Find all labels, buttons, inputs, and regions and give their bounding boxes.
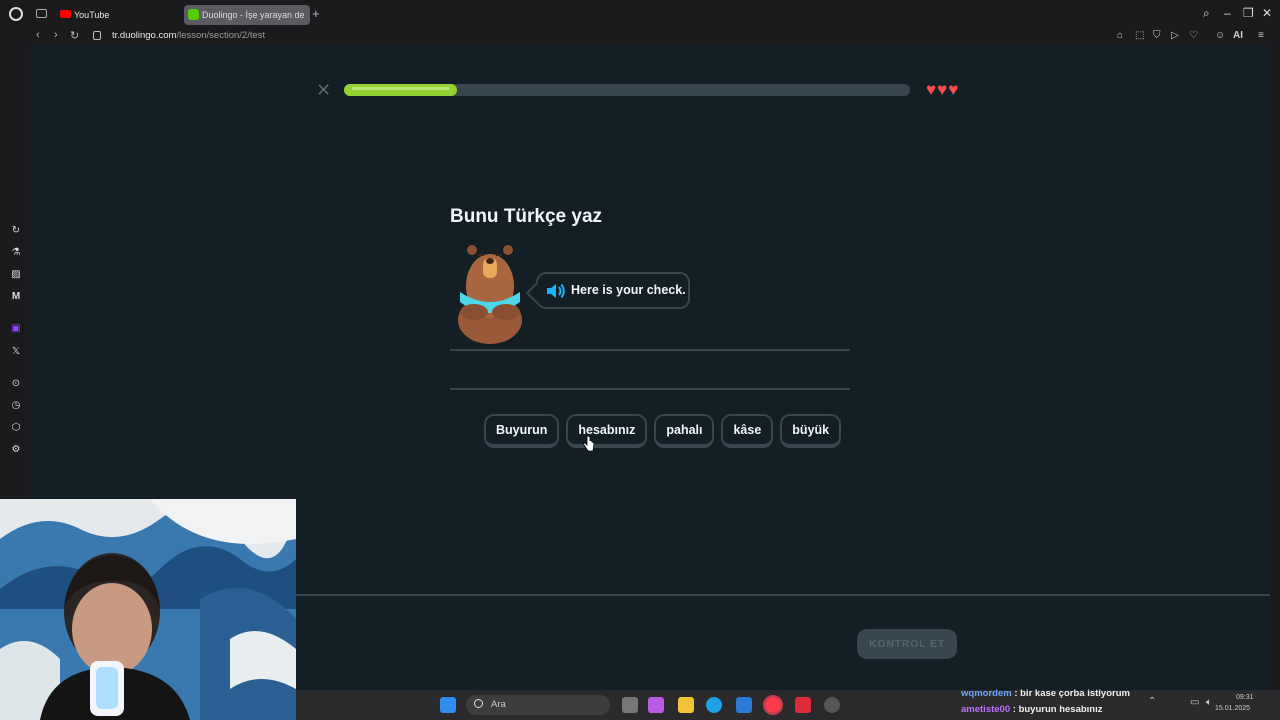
- account-icon[interactable]: ☺: [1215, 30, 1225, 41]
- sidebar-ai-icon[interactable]: ⚗: [10, 247, 22, 259]
- forward-icon[interactable]: ›: [54, 29, 58, 41]
- player-sidebar-icon[interactable]: ⊙: [10, 378, 22, 390]
- taskbar-search[interactable]: Ara: [466, 695, 610, 715]
- footer-divider: [296, 594, 1270, 596]
- minimize-icon[interactable]: –: [1224, 6, 1231, 20]
- duolingo-favicon-icon: [188, 9, 199, 20]
- heart-bookmark-icon[interactable]: ♡: [1189, 30, 1198, 41]
- app-taskbar-icon[interactable]: [795, 697, 811, 713]
- edge-icon[interactable]: [706, 697, 722, 713]
- close-lesson-icon[interactable]: ✕: [316, 80, 331, 101]
- answer-line: [450, 388, 850, 390]
- check-button[interactable]: KONTROL ET: [857, 629, 957, 659]
- close-window-icon[interactable]: ✕: [1262, 6, 1272, 20]
- webcam-overlay: [0, 499, 296, 720]
- tab-overview-icon[interactable]: [36, 9, 47, 18]
- copilot-icon[interactable]: [648, 697, 664, 713]
- speech-text: Here is your check.: [571, 283, 686, 297]
- windows-taskbar: Ara wqmordem : bir kase çorba istiyorum …: [296, 688, 1280, 720]
- youtube-favicon-icon: [60, 10, 71, 18]
- heart-icon: ♥: [948, 80, 959, 99]
- tab-youtube[interactable]: YouTube: [56, 5, 176, 25]
- volume-icon[interactable]: 🔈︎: [1206, 697, 1212, 708]
- lock-icon: [93, 31, 101, 40]
- hand-cursor-icon: [583, 436, 595, 452]
- word-tile[interactable]: kâse: [721, 414, 774, 448]
- sidebar-refresh-icon[interactable]: ↻: [10, 225, 22, 237]
- word-tile[interactable]: pahalı: [654, 414, 715, 448]
- progress-fill: [344, 84, 458, 96]
- store-icon[interactable]: [736, 697, 752, 713]
- tab-duolingo[interactable]: Duolingo - İşe yarayan de: [184, 5, 310, 25]
- history-icon[interactable]: ◷: [10, 400, 22, 412]
- chat-username: ametiste00: [961, 704, 1011, 715]
- chat-username: wqmordem: [961, 688, 1012, 699]
- speech-bubble[interactable]: Here is your check.: [536, 272, 690, 309]
- ai-button[interactable]: AI: [1233, 30, 1243, 41]
- obs-icon[interactable]: [824, 697, 840, 713]
- bookmark-pin-icon[interactable]: ⌂: [1117, 30, 1123, 41]
- search-icon: [474, 699, 483, 708]
- answer-line: [450, 349, 850, 351]
- sidebar-m-icon[interactable]: M: [10, 291, 22, 303]
- word-tile[interactable]: hesabınız: [566, 414, 648, 448]
- chat-text: : bir kase çorba istiyorum: [1014, 688, 1130, 699]
- browser-tab-bar: YouTube Duolingo - İşe yarayan de + ⌕ – …: [0, 0, 1280, 28]
- snapshot-icon[interactable]: ⬚: [1135, 30, 1144, 41]
- shield-icon[interactable]: ⛉: [1153, 30, 1161, 41]
- tab-duolingo-label: Duolingo - İşe yarayan de: [202, 10, 305, 20]
- taskbar-date[interactable]: 15.01.2025: [1215, 705, 1250, 712]
- taskbar-time[interactable]: 09:31: [1236, 694, 1254, 701]
- player-icon[interactable]: ▷: [1171, 30, 1179, 41]
- new-tab-button[interactable]: +: [312, 6, 320, 21]
- network-icon[interactable]: ▭: [1190, 697, 1199, 708]
- menu-icon[interactable]: ≡: [1258, 30, 1264, 41]
- word-bank: Buyurun hesabınız pahalı kâse büyük: [484, 414, 842, 448]
- sidebar-pattern-icon[interactable]: ▨: [10, 269, 22, 281]
- file-explorer-icon[interactable]: [678, 697, 694, 713]
- windows-start-icon[interactable]: [440, 697, 456, 713]
- search-tabs-icon[interactable]: ⌕: [1203, 6, 1210, 21]
- chat-message: wqmordem : bir kase çorba istiyorum: [961, 688, 1130, 699]
- heart-icon: ♥: [926, 80, 937, 99]
- scrollbar[interactable]: [1270, 46, 1280, 690]
- settings-gear-icon[interactable]: ⚙: [10, 444, 22, 456]
- bear-character-icon: [458, 245, 522, 344]
- word-tile[interactable]: Buyurun: [484, 414, 560, 448]
- speaker-icon[interactable]: [546, 282, 566, 300]
- lesson-progress-bar: [344, 84, 910, 96]
- taskbar-search-placeholder: Ara: [491, 699, 506, 710]
- opera-logo-icon[interactable]: [9, 7, 23, 21]
- twitch-icon[interactable]: ▣: [10, 323, 22, 335]
- chat-message: ametiste00 : buyurun hesabınız: [961, 704, 1103, 715]
- url-path: /lesson/section/2/test: [176, 30, 266, 41]
- url-host: tr.duolingo.com: [112, 30, 177, 41]
- heart-icon: ♥: [937, 80, 948, 99]
- chat-text: : buyurun hesabınız: [1012, 704, 1103, 715]
- hearts: ♥♥♥: [926, 80, 959, 100]
- tray-chevron-icon[interactable]: ⌃: [1148, 696, 1156, 707]
- url-field[interactable]: tr.duolingo.com/lesson/section/2/test: [112, 30, 265, 41]
- extensions-icon[interactable]: ⬡: [10, 422, 22, 434]
- x-twitter-icon[interactable]: 𝕏: [10, 346, 22, 358]
- opera-taskbar-icon[interactable]: [763, 695, 783, 715]
- challenge-prompt: Bunu Türkçe yaz: [450, 206, 603, 227]
- address-bar: ‹ › ↻ tr.duolingo.com/lesson/section/2/t…: [0, 28, 1280, 46]
- tab-youtube-label: YouTube: [74, 10, 110, 20]
- back-icon[interactable]: ‹: [36, 29, 40, 41]
- restore-icon[interactable]: ❐: [1243, 6, 1254, 20]
- word-tile[interactable]: büyük: [780, 414, 842, 448]
- task-view-icon[interactable]: [622, 697, 638, 713]
- reload-icon[interactable]: ↻: [70, 29, 79, 42]
